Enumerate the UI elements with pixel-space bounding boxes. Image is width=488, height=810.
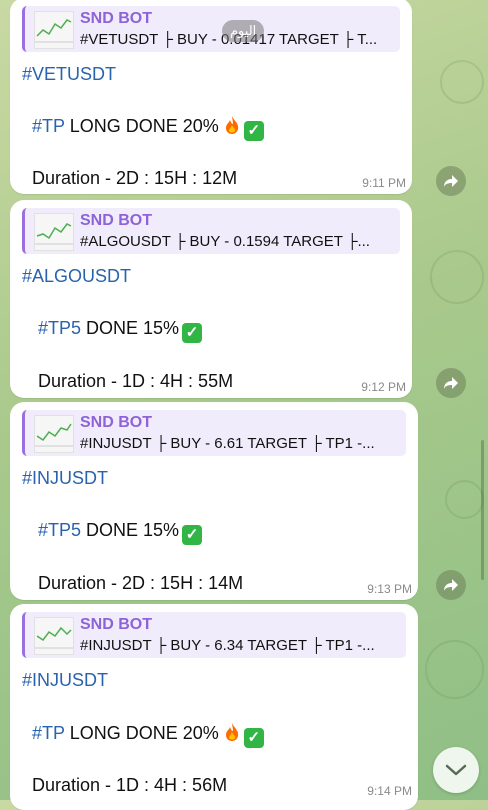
background-doodle — [430, 250, 484, 304]
tp-text: LONG DONE 20% — [64, 116, 219, 136]
reply-thumbnail — [34, 617, 74, 655]
check-mark-icon: ✓ — [182, 323, 203, 343]
reply-preview[interactable]: SND BOT #VETUSDT ├ BUY - 0.01417 TARGET … — [22, 6, 400, 52]
tp-line: #TP LONG DONE 20% ✓ — [32, 115, 264, 141]
tp-line: #TP5 DONE 15% ✓ — [38, 520, 203, 545]
date-pill: اليوم — [222, 20, 265, 42]
scrollbar[interactable] — [481, 440, 484, 580]
reply-text: #INJUSDT ├ BUY - 6.34 TARGET ├ TP1 -... — [80, 637, 375, 654]
hashtag-link[interactable]: #ALGOUSDT — [22, 266, 131, 287]
reply-sender-name: SND BOT — [80, 414, 152, 431]
reply-sender-name: SND BOT — [80, 212, 152, 229]
forward-icon — [444, 377, 458, 389]
reply-preview[interactable]: SND BOT #INJUSDT ├ BUY - 6.34 TARGET ├ T… — [22, 612, 406, 658]
chevron-down-icon — [445, 764, 467, 776]
background-doodle — [425, 640, 484, 699]
background-doodle — [445, 480, 484, 519]
hashtag-link[interactable]: #INJUSDT — [22, 468, 108, 489]
duration-text: Duration - 2D : 15H : 14M — [38, 573, 244, 593]
tp-hashtag-link[interactable]: #TP — [32, 723, 65, 743]
reply-text: #ALGOUSDT ├ BUY - 0.1594 TARGET ├... — [80, 233, 370, 250]
background-doodle — [440, 60, 484, 104]
reply-preview[interactable]: SND BOT #ALGOUSDT ├ BUY - 0.1594 TARGET … — [22, 208, 400, 254]
duration-text: Duration - 1D : 4H : 55M — [38, 371, 234, 391]
check-mark-icon: ✓ — [243, 728, 264, 748]
scroll-down-button[interactable] — [433, 747, 479, 793]
reply-sender-name: SND BOT — [80, 616, 152, 633]
tp-text: DONE 15% — [81, 318, 180, 338]
message-time: 9:13 PM — [367, 582, 412, 596]
message-bubble[interactable]: SND BOT #INJUSDT ├ BUY - 6.61 TARGET ├ T… — [10, 402, 418, 600]
tp-line: #TP5 DONE 15% ✓ — [38, 318, 203, 343]
reply-thumbnail — [34, 213, 74, 251]
message-time: 9:11 PM — [362, 176, 406, 190]
hashtag-link[interactable]: #INJUSDT — [22, 670, 108, 691]
tp-hashtag-link[interactable]: #TP5 — [38, 520, 81, 540]
hashtag-link[interactable]: #VETUSDT — [22, 64, 116, 85]
check-mark-icon: ✓ — [182, 525, 203, 545]
reply-sender-name: SND BOT — [80, 10, 152, 27]
forward-icon — [444, 579, 458, 591]
message-bubble[interactable]: SND BOT #INJUSDT ├ BUY - 6.34 TARGET ├ T… — [10, 604, 418, 810]
message-time: 9:14 PM — [367, 784, 412, 798]
forward-icon — [444, 175, 458, 187]
tp-line: #TP LONG DONE 20% ✓ — [32, 722, 264, 748]
check-mark-icon: ✓ — [243, 121, 264, 141]
duration-text: Duration - 1D : 4H : 56M — [32, 775, 228, 795]
message-bubble[interactable]: SND BOT #ALGOUSDT ├ BUY - 0.1594 TARGET … — [10, 200, 412, 398]
tp-hashtag-link[interactable]: #TP5 — [38, 318, 81, 338]
tp-hashtag-link[interactable]: #TP — [32, 116, 65, 136]
message-bubble[interactable]: SND BOT #VETUSDT ├ BUY - 0.01417 TARGET … — [10, 0, 412, 194]
forward-button[interactable] — [436, 570, 466, 600]
tp-text: LONG DONE 20% — [64, 723, 219, 743]
message-time: 9:12 PM — [361, 380, 406, 394]
reply-text: #INJUSDT ├ BUY - 6.61 TARGET ├ TP1 -... — [80, 435, 375, 452]
forward-button[interactable] — [436, 166, 466, 196]
duration-text: Duration - 2D : 15H : 12M — [32, 168, 238, 188]
fire-icon — [223, 115, 241, 140]
forward-button[interactable] — [436, 368, 466, 398]
reply-thumbnail — [34, 415, 74, 453]
fire-icon — [223, 722, 241, 747]
reply-preview[interactable]: SND BOT #INJUSDT ├ BUY - 6.61 TARGET ├ T… — [22, 410, 406, 456]
reply-thumbnail — [34, 11, 74, 49]
tp-text: DONE 15% — [81, 520, 180, 540]
